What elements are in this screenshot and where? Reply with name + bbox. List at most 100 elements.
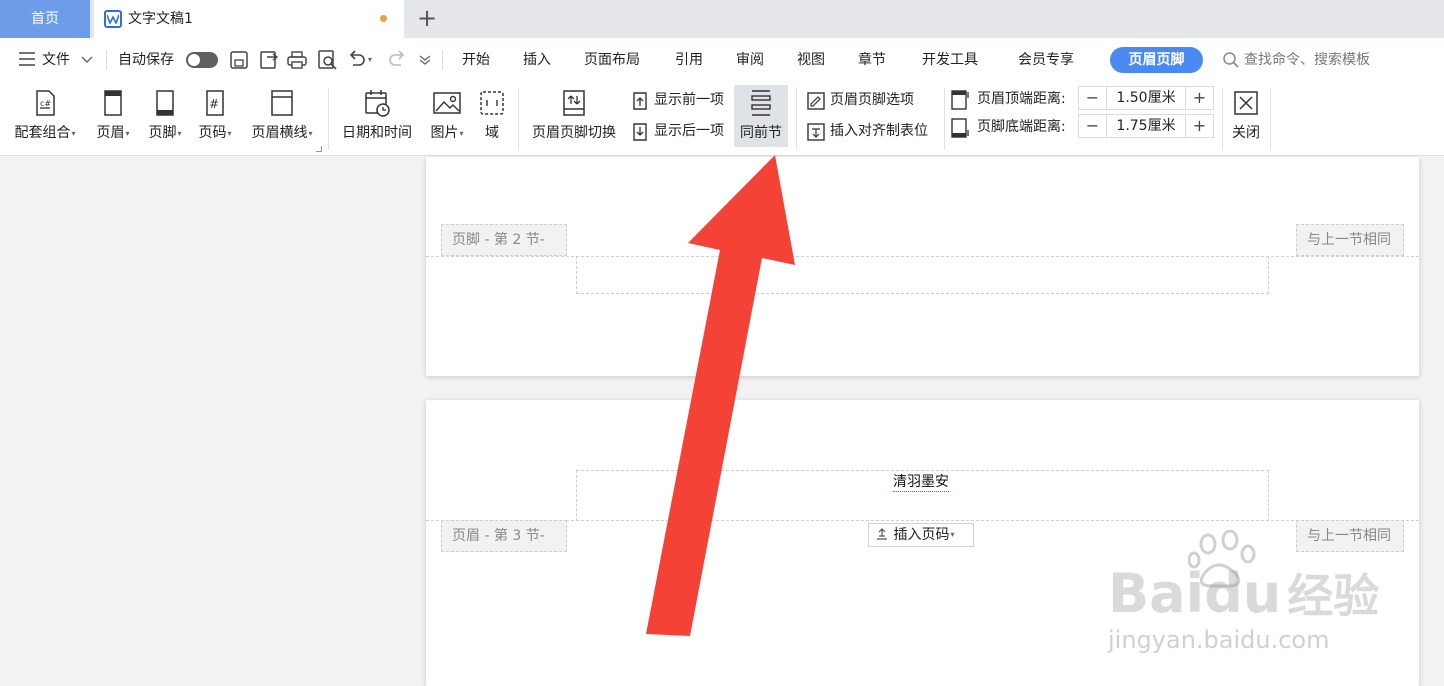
header-button[interactable]: 页眉▾ — [90, 82, 136, 156]
divider — [944, 88, 945, 150]
tab-member[interactable]: 会员专享 — [1018, 38, 1074, 82]
footer-distance-icon — [951, 118, 969, 138]
autosave-toggle[interactable] — [186, 52, 218, 68]
tab-developer[interactable]: 开发工具 — [922, 38, 978, 82]
chevron-down-icon[interactable] — [80, 53, 102, 75]
template-set-label: 配套组合 — [14, 125, 71, 141]
header-distance-icon — [951, 90, 969, 110]
footer-bottom-distance-stepper[interactable]: − 1.75厘米 + — [1078, 114, 1214, 138]
show-next-button[interactable]: 显示后一项 — [630, 119, 730, 143]
decrement-button[interactable]: − — [1079, 87, 1107, 109]
undo-icon[interactable] — [346, 49, 368, 71]
watermark-url: jingyan.baidu.com — [1108, 626, 1330, 654]
header-line-icon — [271, 90, 293, 116]
header-footer-switch-label: 页眉页脚切换 — [532, 125, 616, 141]
same-as-previous-button[interactable]: 同前节 — [734, 85, 788, 147]
tab-bar: 首页 文字文稿1 + — [0, 0, 1444, 38]
tab-start[interactable]: 开始 — [462, 38, 490, 82]
options-icon — [807, 92, 825, 110]
header-footer-switch-icon — [563, 90, 585, 116]
divider — [328, 88, 329, 150]
picture-button[interactable]: 图片▾ — [424, 82, 470, 156]
header-top-distance-stepper[interactable]: − 1.50厘米 + — [1078, 86, 1214, 110]
watermark-logo: Baidu 经验 — [1108, 562, 1380, 625]
unsaved-indicator — [380, 15, 387, 22]
template-set-button[interactable]: c# 配套组合▾ — [10, 82, 80, 156]
tab-review[interactable]: 审阅 — [736, 38, 764, 82]
footer-section-tag: 页脚 - 第 2 节- — [441, 224, 567, 256]
export-pdf-icon[interactable] — [258, 49, 280, 71]
tab-references[interactable]: 引用 — [675, 38, 703, 82]
divider — [106, 50, 107, 70]
print-preview-icon[interactable] — [316, 49, 338, 71]
header-icon — [104, 90, 122, 116]
header-line-label: 页眉横线 — [251, 125, 308, 141]
plus-icon[interactable]: + — [414, 5, 440, 31]
toggle-knob — [188, 54, 200, 66]
show-previous-button[interactable]: 显示前一项 — [630, 88, 730, 112]
page-number-icon: # — [206, 90, 224, 116]
save-icon[interactable] — [228, 49, 250, 71]
tab-chapter[interactable]: 章节 — [858, 38, 886, 82]
hamburger-menu-icon[interactable] — [18, 51, 40, 73]
header-top-distance-label: 页眉顶端距离: — [950, 87, 1080, 111]
writer-doc-icon — [104, 10, 122, 28]
search-icon — [1223, 52, 1239, 68]
insert-align-tab-button[interactable]: 插入对齐制表位 — [806, 119, 940, 143]
divider — [1270, 88, 1271, 150]
divider — [442, 50, 443, 70]
show-previous-label: 显示前一项 — [654, 92, 724, 108]
tab-insert[interactable]: 插入 — [523, 38, 551, 82]
svg-text:c#: c# — [40, 99, 51, 108]
tab-view[interactable]: 视图 — [797, 38, 825, 82]
increment-button[interactable]: + — [1185, 87, 1213, 109]
close-header-footer-button[interactable]: 关闭 — [1226, 82, 1266, 156]
date-time-button[interactable]: 日期和时间 — [336, 82, 418, 156]
divider — [1222, 88, 1223, 150]
same-as-previous-tag: 与上一节相同 — [1296, 520, 1404, 552]
insert-align-tab-label: 插入对齐制表位 — [830, 123, 928, 139]
header-text[interactable]: 清羽墨安 — [893, 473, 949, 492]
footer-edit-area[interactable] — [576, 256, 1269, 294]
file-menu[interactable]: 文件 — [42, 38, 70, 82]
header-footer-switch-button[interactable]: 页眉页脚切换 — [526, 82, 622, 156]
tab-header-footer[interactable]: 页眉页脚 — [1110, 47, 1203, 73]
insert-page-number-label: 插入页码 — [893, 527, 950, 543]
show-previous-icon — [633, 92, 647, 110]
autosave-label: 自动保存 — [118, 52, 174, 68]
picture-icon — [433, 92, 461, 114]
header-footer-options-button[interactable]: 页眉页脚选项 — [806, 88, 926, 112]
close-label: 关闭 — [1232, 125, 1260, 141]
date-time-label: 日期和时间 — [342, 125, 412, 141]
redo-icon[interactable] — [386, 49, 408, 71]
page-number-button[interactable]: # 页码▾ — [192, 82, 238, 156]
header-line-button[interactable]: 页眉横线▾ — [244, 82, 320, 156]
footer-bottom-distance-label: 页脚底端距离: — [950, 115, 1080, 139]
menu-bar: 文件 自动保存 ▾ 开始 插入 页面布局 引用 审阅 视图 章节 开发工具 会员… — [0, 38, 1444, 82]
header-section-tag: 页眉 - 第 3 节- — [441, 520, 567, 552]
increment-button[interactable]: + — [1185, 115, 1213, 137]
close-icon — [1234, 91, 1258, 115]
header-top-distance-value[interactable]: 1.50厘米 — [1107, 87, 1185, 109]
svg-text:#: # — [209, 97, 219, 111]
insert-page-number-button[interactable]: 插入页码▾ — [868, 523, 974, 547]
footer-bottom-distance-value[interactable]: 1.75厘米 — [1107, 115, 1185, 137]
tab-document[interactable]: 文字文稿1 — [94, 0, 404, 38]
same-as-previous-label: 同前节 — [740, 125, 782, 141]
group-expand-icon[interactable] — [316, 146, 322, 152]
page-number-label: 页码 — [198, 125, 227, 141]
header-footer-ribbon: c# 配套组合▾ 页眉▾ 页脚▾ # 页码▾ 页眉横线▾ 日期和时间 图片▾ 域… — [0, 82, 1444, 156]
field-icon — [480, 91, 504, 115]
field-button[interactable]: 域 — [474, 82, 510, 156]
tab-home[interactable]: 首页 — [0, 0, 90, 38]
same-as-previous-tag: 与上一节相同 — [1296, 224, 1404, 256]
header-label: 页眉 — [96, 125, 125, 141]
more-dropdown-icon[interactable] — [418, 52, 440, 74]
header-boundary-line — [426, 520, 1419, 521]
footer-button[interactable]: 页脚▾ — [142, 82, 188, 156]
same-as-previous-icon — [751, 90, 771, 116]
tab-page-layout[interactable]: 页面布局 — [584, 38, 640, 82]
print-icon[interactable] — [286, 49, 308, 71]
decrement-button[interactable]: − — [1079, 115, 1107, 137]
search-placeholder: 查找命令、搜索模板 — [1244, 52, 1370, 68]
